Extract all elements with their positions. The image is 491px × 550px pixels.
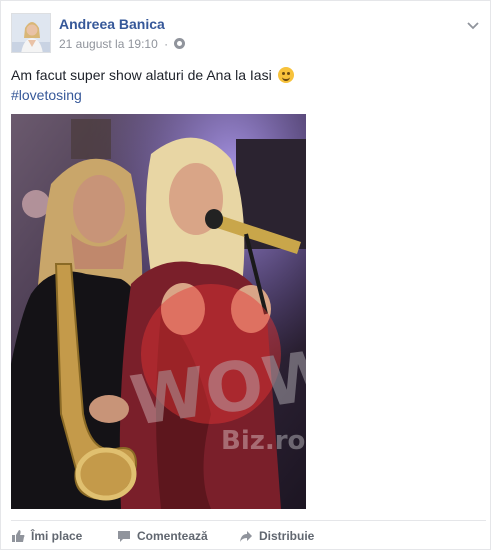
avatar[interactable] — [11, 13, 51, 53]
globe-icon[interactable] — [174, 38, 186, 49]
author-name[interactable]: Andreea Banica — [59, 16, 165, 32]
post-header: Andreea Banica 21 august la 19:10 · — [11, 13, 481, 57]
post-actions: Îmi place Comentează Distribuie — [11, 520, 486, 550]
share-label: Distribuie — [259, 529, 315, 543]
hashtag-link[interactable]: #lovetosing — [11, 87, 82, 103]
comment-label: Comentează — [137, 529, 208, 543]
chevron-down-icon[interactable] — [465, 17, 481, 33]
share-button[interactable]: Distribuie — [239, 529, 314, 543]
comment-icon — [118, 531, 130, 542]
like-label: Îmi place — [31, 529, 83, 543]
post-meta: 21 august la 19:10 · — [59, 37, 186, 51]
share-arrow-icon — [240, 531, 252, 542]
kiss-wink-emoji-icon — [277, 67, 294, 83]
thumbs-up-icon — [12, 530, 25, 542]
like-button[interactable]: Îmi place — [11, 529, 82, 543]
meta-separator: · — [164, 37, 169, 51]
post-photo[interactable]: WOW Biz.ro — [11, 114, 306, 509]
svg-text:Biz.ro: Biz.ro — [221, 426, 305, 456]
post-text: Am facut super show alaturi de Ana la Ia… — [11, 65, 481, 105]
post-body: Am facut super show alaturi de Ana la Ia… — [11, 67, 272, 83]
feed-post: Andreea Banica 21 august la 19:10 · Am f… — [0, 0, 491, 550]
post-timestamp[interactable]: 21 august la 19:10 — [59, 37, 158, 51]
comment-button[interactable]: Comentează — [117, 529, 208, 543]
